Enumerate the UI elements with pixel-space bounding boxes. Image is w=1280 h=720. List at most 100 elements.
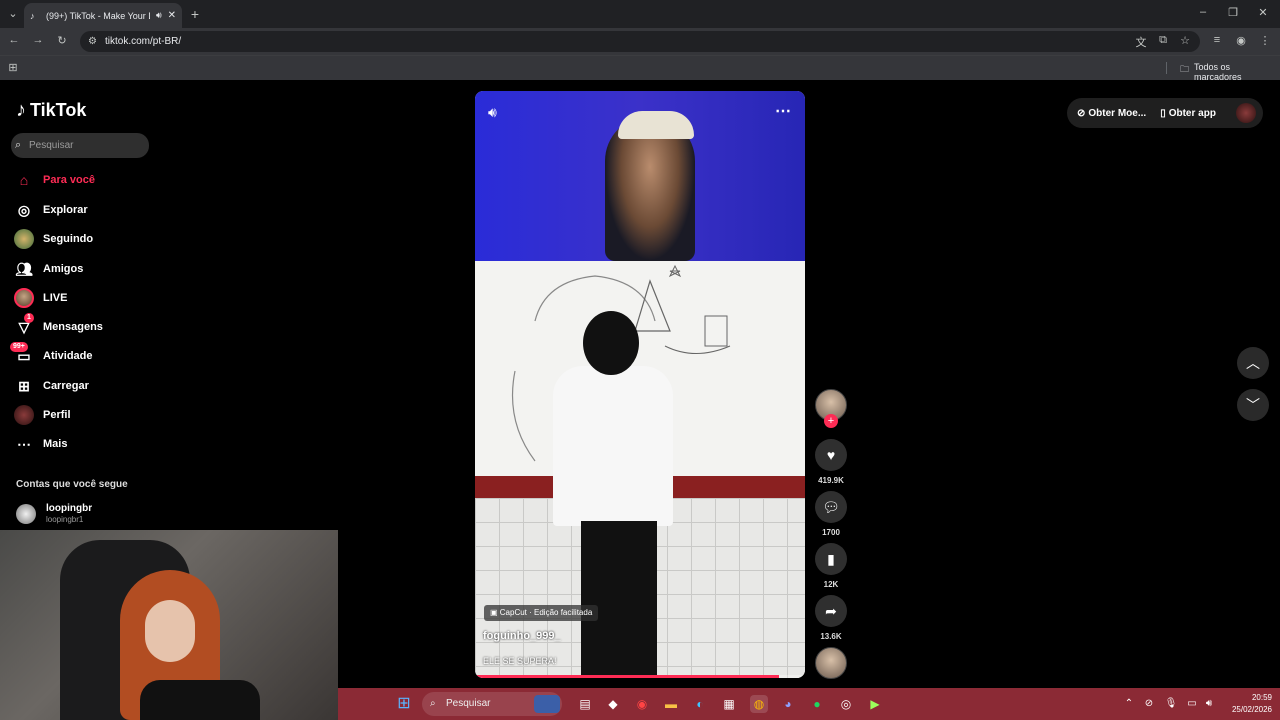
search-input[interactable]: ⌕ Pesquisar [11, 133, 149, 158]
nav-label: Carregar [43, 380, 89, 392]
nav-label: Explorar [43, 204, 88, 216]
following-account[interactable]: loopingbr loopingbr1 [16, 501, 156, 527]
window-close-icon[interactable]: ✕ [1256, 6, 1270, 19]
clock-date: 25/02/2026 [1231, 705, 1272, 714]
spotify-icon[interactable]: ● [808, 695, 826, 713]
nav-perfil[interactable]: Perfil [14, 404, 174, 426]
get-app-button[interactable]: Obter app [1169, 108, 1216, 119]
address-bar: ← → ↻ ⚙ tiktok.com/pt-BR/ 文 ⧉ ☆ ≡ ◉ ⋮ [0, 28, 1280, 55]
url-field[interactable]: ⚙ tiktok.com/pt-BR/ [80, 31, 1200, 52]
activity-icon: ▭ 99+ [10, 342, 34, 366]
nav-atividade[interactable]: ▭ 99+ Atividade [10, 342, 174, 367]
nav-seguindo[interactable]: Seguindo [14, 228, 174, 250]
video-player[interactable]: 🔊︎ ⋯ ▣ CapCut · Edição facilitada foguin… [475, 91, 805, 678]
nav-para-voce[interactable]: ⌂ Para você [14, 169, 174, 191]
nav-mais[interactable]: ⋯ Mais [14, 433, 174, 455]
video-progress-bar[interactable] [475, 675, 805, 678]
obs-icon[interactable]: ◎ [837, 695, 855, 713]
tab-search-icon[interactable]: ⌄ [6, 7, 20, 20]
phone-icon: ▯ [1160, 107, 1166, 119]
tray-mute-icon[interactable]: ⊘ [1140, 695, 1158, 713]
get-coins-button[interactable]: Obter Moe... [1088, 108, 1146, 119]
capcut-badge[interactable]: ▣ CapCut · Edição facilitada [484, 605, 599, 621]
game-app-icon[interactable]: ◉ [633, 695, 651, 713]
restore-icon[interactable]: ❐ [1226, 6, 1240, 19]
new-tab-icon[interactable]: + [188, 6, 202, 22]
tray-overflow-icon[interactable]: ⌃ [1120, 695, 1138, 713]
back-icon[interactable]: ← [7, 34, 21, 46]
menu-kebab-icon[interactable]: ⋮ [1258, 34, 1272, 47]
person-shirt [553, 366, 673, 526]
bookmark-star-icon[interactable]: ☆ [1178, 34, 1192, 47]
profile-icon[interactable]: ◉ [1234, 34, 1248, 47]
volume-icon[interactable]: 🔊︎ [488, 104, 497, 121]
tiktok-logo[interactable]: ♪ TikTok [16, 99, 86, 122]
sound-avatar[interactable] [815, 647, 847, 679]
microphone-icon[interactable]: 🎙︎ [1162, 695, 1180, 713]
task-view-icon[interactable]: ▤ [576, 695, 594, 713]
chrome-icon[interactable]: ◍ [750, 695, 768, 713]
windows-taskbar: ⊞ ⌕ Pesquisar ▤ ◆ ◉ ▬ ◐ ▦ ◍ ◕ ● ◎ ▶ ⌃ ⊘ … [338, 688, 1280, 720]
previous-video-button[interactable]: ︿ [1237, 347, 1269, 379]
save-button[interactable]: ▮ [815, 543, 847, 575]
share-count: 13.6K [820, 632, 842, 641]
nav-amigos[interactable]: 👥︎ Amigos [14, 258, 174, 280]
nav-live[interactable]: LIVE [14, 287, 174, 309]
nav-label: LIVE [43, 292, 68, 304]
apps-grid-icon[interactable]: ⊞ [6, 61, 20, 74]
home-icon: ⌂ [19, 172, 29, 188]
site-info-icon[interactable]: ⚙ [88, 31, 97, 52]
media-queue-icon[interactable]: ≡ [1210, 34, 1224, 46]
video-author[interactable]: foguinho_999_ [483, 630, 561, 642]
taskbar-search-icon: ⌕ [430, 698, 436, 709]
nav-carregar[interactable]: ⊞ Carregar [14, 375, 174, 397]
following-avatar-icon [14, 229, 34, 249]
microsoft-365-icon[interactable]: ◆ [604, 695, 622, 713]
user-avatar[interactable] [1235, 103, 1256, 123]
following-heading: Contas que você segue [16, 479, 128, 490]
nav-label: Mais [43, 438, 68, 450]
search-icon: ⌕ [15, 139, 22, 151]
all-bookmarks-button[interactable]: 🗀 Todos os marcadores [1180, 62, 1280, 82]
taskbar-clock[interactable]: 20:59 25/02/2026 [1218, 692, 1272, 716]
nav-label: Atividade [43, 350, 93, 362]
nav-label: Seguindo [43, 233, 94, 245]
nav-explorar[interactable]: ◎ Explorar [14, 199, 174, 221]
forward-icon[interactable]: → [31, 34, 45, 46]
next-video-button[interactable]: ﹀ [1237, 389, 1269, 421]
clock-time: 20:59 [1251, 693, 1272, 702]
webcam-shirt [140, 680, 260, 720]
reload-icon[interactable]: ↻ [55, 34, 69, 47]
store-icon[interactable]: ▦ [720, 695, 738, 713]
speaker-icon[interactable]: 🔊︎ [1200, 695, 1218, 713]
file-explorer-icon[interactable]: ▬ [662, 695, 680, 713]
like-button[interactable]: ♥ [815, 439, 847, 471]
terminal-app-icon[interactable]: ▶ [866, 695, 884, 713]
tab-audio-icon[interactable]: 🔊︎ [156, 10, 162, 21]
person-pants [581, 521, 657, 678]
windows-start-icon[interactable]: ⊞ [395, 695, 413, 713]
comment-button[interactable]: 💬︎ [815, 491, 847, 523]
discord-icon[interactable]: ◕ [779, 695, 797, 713]
video-progress-fill [475, 675, 779, 678]
follow-plus-icon[interactable]: + [824, 414, 838, 428]
share-button[interactable]: ➦ [815, 595, 847, 627]
network-icon[interactable]: ▭ [1183, 695, 1201, 713]
capcut-label: CapCut · Edição facilitada [499, 608, 593, 617]
edge-icon[interactable]: ◐ [691, 695, 709, 713]
tiktok-note-icon: ♪ [16, 99, 26, 121]
cast-icon[interactable]: ⧉ [1156, 34, 1170, 47]
tab-close-icon[interactable]: ✕ [168, 10, 176, 21]
tiktok-favicon-icon: ♪ [30, 10, 35, 21]
minimize-icon[interactable]: – [1196, 6, 1210, 18]
top-right-actions: ⊘ Obter Moe... ▯ Obter app [1067, 98, 1263, 128]
news-widget-icon[interactable] [534, 695, 560, 713]
bookmark-icon: ▮ [827, 550, 835, 567]
nav-label: Para você [43, 174, 95, 186]
browser-tab[interactable]: ♪ (99+) TikTok - Make Your Day 🔊︎ ✕ [24, 3, 182, 28]
more-options-icon[interactable]: ⋯ [775, 101, 791, 121]
nav-mensagens[interactable]: ▽ 1 Mensagens [14, 313, 174, 338]
translate-icon[interactable]: 文 [1134, 34, 1148, 50]
chevron-up-icon: ︿ [1246, 355, 1260, 371]
save-count: 12K [823, 580, 839, 589]
